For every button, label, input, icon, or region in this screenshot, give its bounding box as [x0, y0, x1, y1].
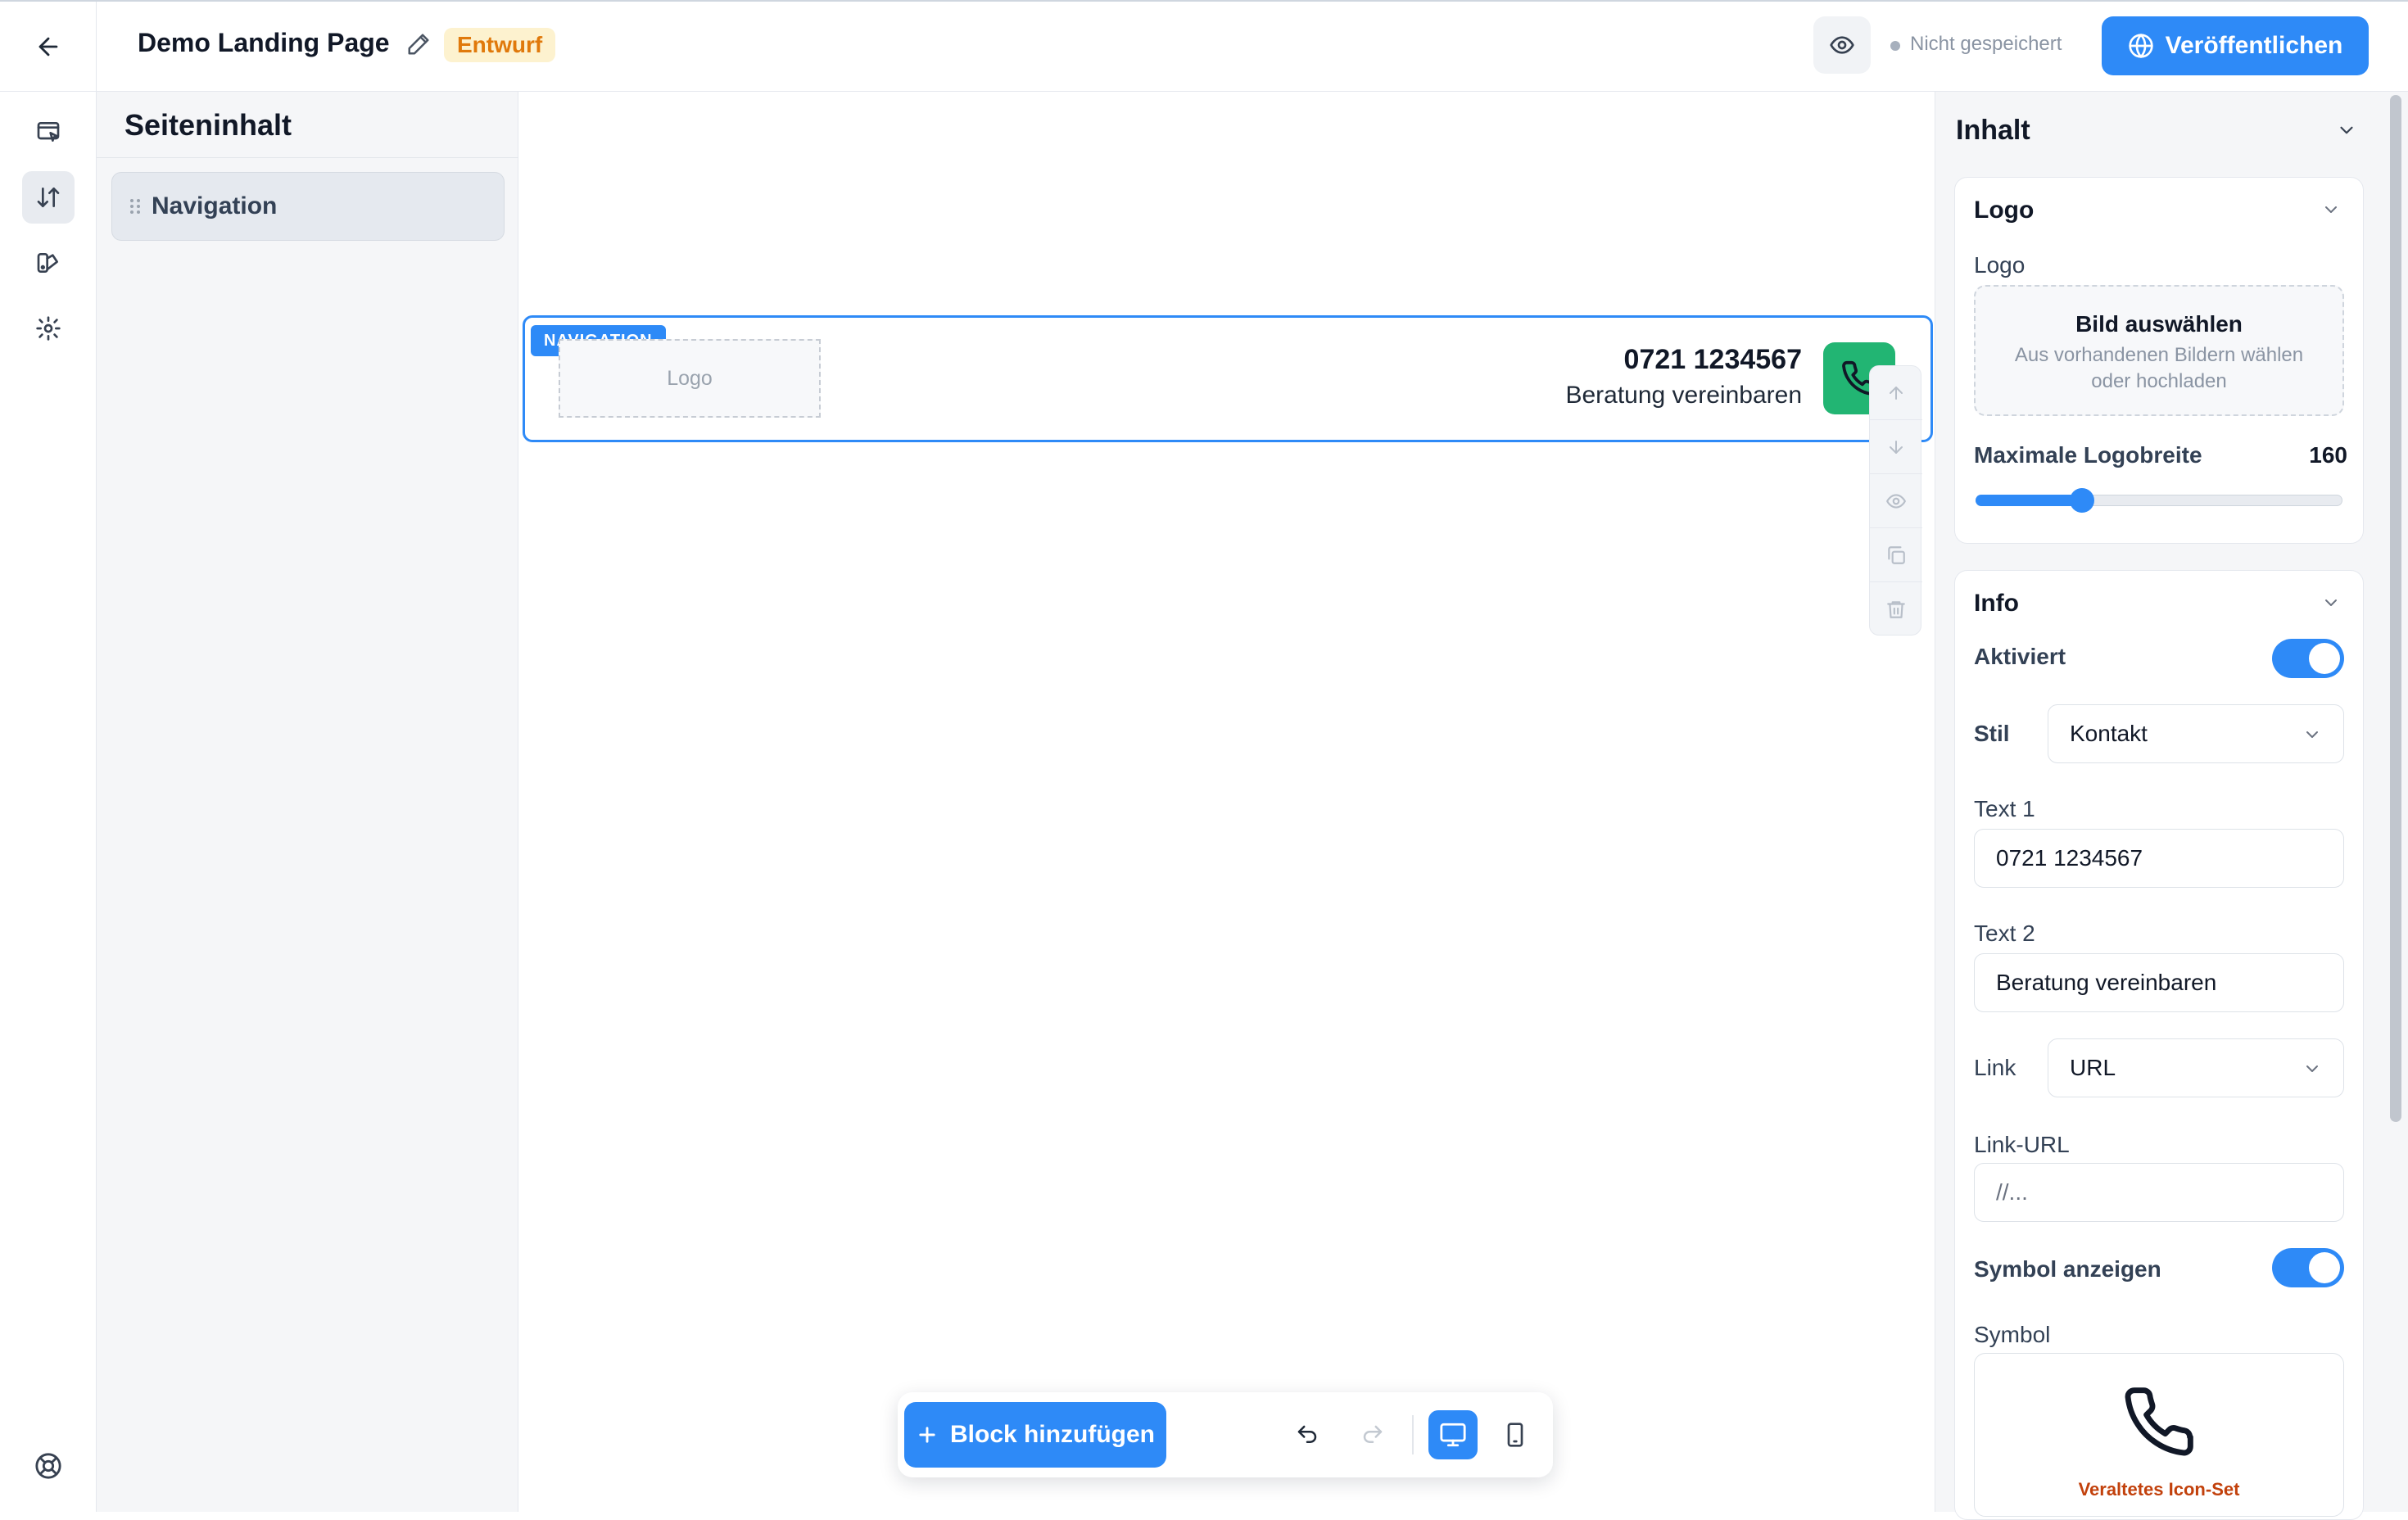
enabled-label: Aktiviert	[1974, 644, 2066, 669]
show-symbol-toggle[interactable]	[2272, 1248, 2344, 1287]
rail-theme-button[interactable]	[22, 237, 75, 289]
link-url-input[interactable]: //...	[1974, 1163, 2344, 1222]
panel-title: Seiteninhalt	[124, 108, 292, 142]
toggle-knob	[2309, 1252, 2340, 1283]
chevron-down-icon	[2340, 126, 2353, 134]
rail-help-button[interactable]	[22, 1440, 75, 1492]
desktop-view-button[interactable]	[1428, 1410, 1478, 1459]
link-select[interactable]: URL	[2048, 1038, 2344, 1097]
arrow-up-down-icon	[37, 188, 60, 207]
section-title: Inhalt	[1956, 115, 2030, 146]
nav-phone-number: 0721 1234567	[1623, 344, 1802, 375]
globe-icon	[2128, 34, 2153, 58]
redo-icon	[1363, 1425, 1383, 1443]
undo-button[interactable]	[1283, 1410, 1332, 1459]
text1-label: Text 1	[1974, 796, 2035, 821]
copy-icon	[1888, 545, 1905, 564]
bottom-toolbar: Block hinzufügen	[898, 1392, 1553, 1477]
rail-pages-button[interactable]	[22, 106, 75, 158]
text1-input[interactable]: 0721 1234567	[1974, 829, 2344, 888]
text2-input[interactable]: Beratung vereinbaren	[1974, 953, 2344, 1012]
collapse-section-button[interactable]	[2336, 120, 2357, 141]
logo-card-title: Logo	[1974, 197, 2035, 224]
chevron-down-icon	[2306, 1065, 2318, 1072]
palette-swatch-icon	[37, 253, 58, 273]
drag-handle-icon[interactable]	[129, 197, 142, 216]
editor-canvas	[519, 92, 1935, 1512]
edit-title-icon[interactable]	[406, 32, 431, 57]
content-item-label: Navigation	[152, 192, 278, 219]
preview-button[interactable]	[1813, 16, 1871, 74]
arrow-down-icon	[1890, 440, 1903, 454]
back-button[interactable]	[0, 2, 97, 92]
left-rail	[0, 92, 97, 1512]
style-select-value: Kontakt	[2070, 721, 2148, 746]
text2-label: Text 2	[1974, 921, 2035, 946]
smartphone-icon	[1507, 1423, 1523, 1447]
duplicate-button[interactable]	[1870, 528, 1922, 582]
symbol-note: Veraltetes Icon-Set	[2078, 1479, 2240, 1500]
scrollbar-thumb[interactable]	[2390, 95, 2401, 1122]
max-logo-width-value: 160	[2309, 442, 2347, 468]
image-picker-subtitle: Aus vorhandenen Bildern wählen oder hoch…	[2014, 344, 2304, 392]
move-up-button[interactable]	[1870, 366, 1922, 420]
enabled-toggle[interactable]	[2272, 639, 2344, 678]
add-block-button[interactable]: Block hinzufügen	[904, 1402, 1166, 1468]
show-symbol-label: Symbol anzeigen	[1974, 1256, 2161, 1282]
top-bar: Demo Landing Page Entwurf Nicht gespeich…	[0, 0, 2408, 92]
add-block-label: Block hinzufügen	[950, 1421, 1155, 1448]
link-label: Link	[1974, 1055, 2016, 1080]
logo-field-label: Logo	[1974, 252, 2026, 278]
gear-icon	[36, 316, 61, 341]
eye-icon	[1886, 493, 1906, 509]
arrow-up-icon	[1890, 386, 1903, 400]
collapse-logo-card-button[interactable]	[2321, 200, 2341, 219]
save-status-dot	[1890, 41, 1900, 51]
delete-button[interactable]	[1870, 582, 1922, 636]
toggle-knob	[2309, 643, 2340, 674]
publish-label: Veröffentlichen	[2165, 32, 2343, 59]
save-status: Nicht gespeichert	[1910, 33, 2062, 55]
publish-button[interactable]: Veröffentlichen	[2102, 16, 2369, 75]
slider-fill	[1976, 495, 2082, 506]
style-select[interactable]: Kontakt	[2048, 704, 2344, 763]
chevron-down-icon	[2325, 206, 2337, 213]
mobile-view-button[interactable]	[1491, 1410, 1540, 1459]
rail-settings-button[interactable]	[22, 302, 75, 355]
content-item-navigation[interactable]: Navigation	[111, 172, 505, 241]
monitor-icon	[1440, 1423, 1466, 1447]
plus-icon	[919, 1427, 935, 1443]
lifebuoy-icon	[35, 1453, 61, 1479]
max-logo-width-label: Maximale Logobreite	[1974, 442, 2202, 468]
toggle-visibility-button[interactable]	[1870, 474, 1922, 528]
chevron-down-icon	[2325, 599, 2337, 606]
browser-cursor-icon	[37, 122, 60, 142]
image-picker[interactable]: Bild auswählen Aus vorhandenen Bildern w…	[1974, 285, 2344, 416]
redo-button[interactable]	[1348, 1410, 1397, 1459]
slider-thumb[interactable]	[2069, 488, 2094, 513]
style-label: Stil	[1974, 721, 2010, 746]
divider	[1412, 1415, 1414, 1454]
chevron-down-icon	[2306, 731, 2318, 738]
link-url-label: Link-URL	[1974, 1132, 2070, 1157]
rail-sort-button[interactable]	[22, 171, 75, 224]
page-content-panel: Seiteninhalt Navigation	[97, 92, 518, 1512]
link-select-value: URL	[2070, 1055, 2116, 1080]
logo-placeholder: Logo	[559, 339, 821, 418]
divider	[97, 157, 518, 158]
nav-phone-subtitle: Beratung vereinbaren	[1565, 382, 1802, 409]
arrow-left-icon	[38, 37, 57, 57]
phone-icon	[2121, 1384, 2197, 1459]
info-card-title: Info	[1974, 590, 2019, 617]
eye-icon	[1830, 36, 1854, 54]
page-title: Demo Landing Page	[138, 28, 390, 57]
status-badge: Entwurf	[444, 28, 556, 62]
collapse-info-card-button[interactable]	[2321, 593, 2341, 613]
image-picker-title: Bild auswählen	[2075, 311, 2243, 337]
trash-icon	[1887, 601, 1905, 618]
block-tools	[1869, 365, 1922, 636]
symbol-label: Symbol	[1974, 1322, 2051, 1347]
move-down-button[interactable]	[1870, 420, 1922, 474]
undo-icon	[1297, 1425, 1317, 1443]
